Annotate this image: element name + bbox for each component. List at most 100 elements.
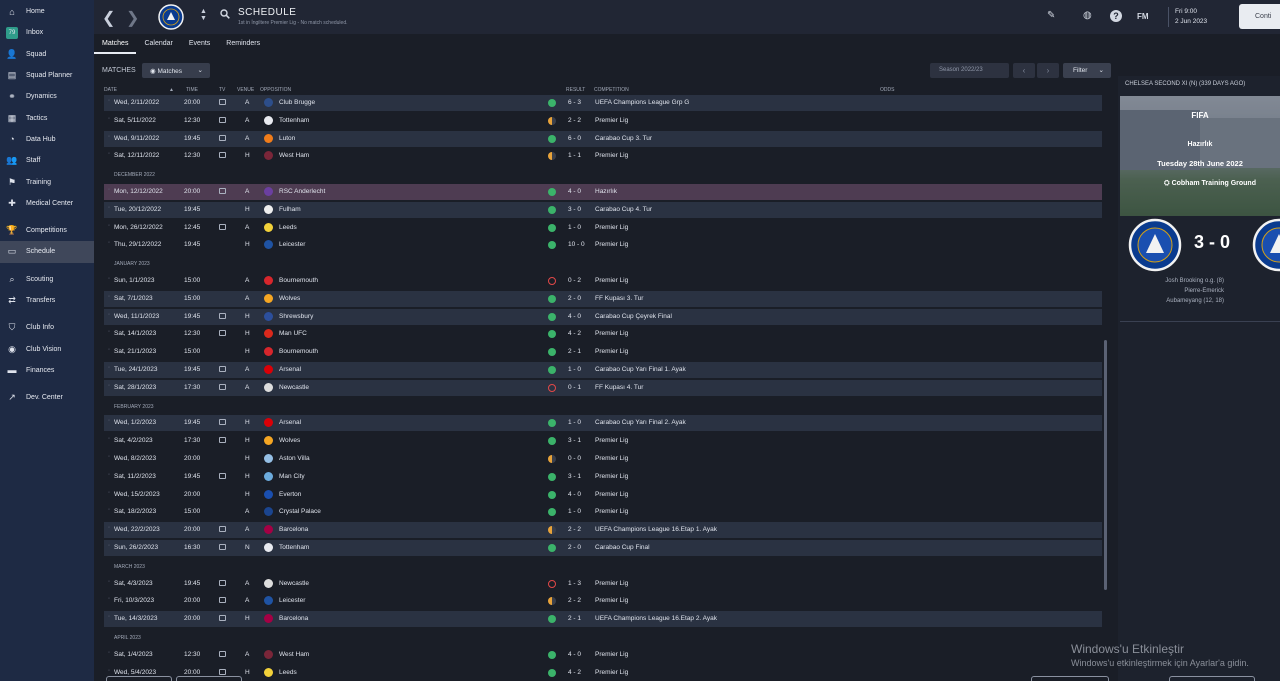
match-competition[interactable]: Premier Lig [595, 508, 628, 515]
opposition-name[interactable]: Newcastle [279, 384, 309, 391]
match-row[interactable]: ◦ Sat, 12/11/2022 12:30 H West Ham 1 - 1 Premi… [104, 148, 1102, 164]
chelsea-crest-icon[interactable] [1252, 218, 1280, 272]
sidebar-item-dynamics[interactable]: ⚭ Dynamics [0, 86, 94, 107]
match-competition[interactable]: Carabao Cup Çeyrek Final [595, 313, 672, 320]
match-row[interactable]: ◦ Tue, 14/3/2023 20:00 H Barcelona 2 - 1 UEFA … [104, 611, 1102, 628]
match-result[interactable]: 2 - 2 [568, 597, 581, 604]
next-season-button[interactable]: › [1037, 63, 1059, 78]
sidebar-item-home[interactable]: ⌂ Home [0, 1, 94, 22]
col-date[interactable]: DATE [104, 87, 117, 93]
match-row[interactable]: ◦ Wed, 1/2/2023 19:45 H Arsenal 1 - 0 Carabao … [104, 415, 1102, 432]
match-competition[interactable]: Carabao Cup Final [595, 544, 650, 551]
match-competition[interactable]: Carabao Cup Yarı Final 2. Ayak [595, 419, 686, 426]
back-button[interactable]: ❮ [102, 8, 115, 28]
view-dropdown[interactable]: ◉ Matches ⌄ [142, 63, 210, 78]
table-scrollbar[interactable] [1104, 340, 1107, 590]
col-venue[interactable]: VENUE [237, 87, 254, 93]
match-row[interactable]: ◦ Mon, 12/12/2022 20:00 A RSC Anderlecht 4 - … [104, 184, 1102, 200]
match-competition[interactable]: Hazırlık [595, 188, 617, 195]
match-row[interactable]: ◦ Sat, 28/1/2023 17:30 A Newcastle 0 - 1 FF Ku… [104, 379, 1102, 396]
sidebar-item-club-vision[interactable]: ◉ Club Vision [0, 338, 94, 359]
sidebar-item-inbox[interactable]: 79 Inbox [0, 22, 94, 43]
pencil-icon[interactable]: ✎ [1047, 10, 1055, 21]
tab-reminders[interactable]: Reminders [218, 36, 268, 54]
club-crest-icon[interactable] [158, 3, 184, 31]
opposition-name[interactable]: West Ham [279, 651, 309, 658]
club-switch-icon[interactable]: ▲ ▼ [200, 8, 207, 22]
sidebar-item-finances[interactable]: ▬ Finances [0, 360, 94, 381]
match-result[interactable]: 0 - 1 [568, 384, 581, 391]
bottom-button[interactable] [1169, 676, 1255, 681]
match-result[interactable]: 0 - 0 [568, 455, 581, 462]
match-competition[interactable]: UEFA Champions League 16.Etap 2. Ayak [595, 615, 717, 622]
match-competition[interactable]: FF Kupası 3. Tur [595, 295, 643, 302]
match-row[interactable]: ◦ Sat, 14/1/2023 12:30 H Man UFC 4 - 2 Premier… [104, 326, 1102, 342]
sort-icon[interactable]: ▲ [169, 87, 174, 93]
match-result[interactable]: 3 - 1 [568, 437, 581, 444]
opposition-name[interactable]: Wolves [279, 295, 300, 302]
opposition-name[interactable]: Leicester [279, 241, 305, 248]
opposition-name[interactable]: Bournemouth [279, 348, 318, 355]
match-competition[interactable]: Premier Lig [595, 473, 628, 480]
match-result[interactable]: 10 - 0 [568, 241, 585, 248]
match-result[interactable]: 2 - 2 [568, 526, 581, 533]
tab-events[interactable]: Events [181, 36, 218, 54]
match-result[interactable]: 1 - 0 [568, 366, 581, 373]
opposition-name[interactable]: Leeds [279, 224, 297, 231]
match-row[interactable]: ◦ Sat, 1/4/2023 12:30 A West Ham 4 - 0 Premier… [104, 647, 1102, 663]
opposition-name[interactable]: Man UFC [279, 330, 307, 337]
match-competition[interactable]: UEFA Champions League Grp G [595, 99, 689, 106]
match-result[interactable]: 6 - 0 [568, 135, 581, 142]
col-time[interactable]: TIME [186, 87, 198, 93]
opposition-name[interactable]: Newcastle [279, 580, 309, 587]
match-result[interactable]: 4 - 0 [568, 313, 581, 320]
col-opposition[interactable]: OPPOSITION [260, 87, 291, 93]
prev-season-button[interactable]: ‹ [1013, 63, 1035, 78]
opposition-name[interactable]: Aston Villa [279, 455, 310, 462]
sidebar-item-staff[interactable]: 👥 Staff [0, 150, 94, 171]
opposition-name[interactable]: Man City [279, 473, 305, 480]
match-result[interactable]: 2 - 0 [568, 544, 581, 551]
match-competition[interactable]: Premier Lig [595, 580, 628, 587]
match-row[interactable]: ◦ Sat, 4/2/2023 17:30 H Wolves 3 - 1 Premier L… [104, 433, 1102, 449]
venue-photo[interactable]: FIFA Hazırlık Tuesday 28th June 2022 ⛭ C… [1120, 96, 1280, 216]
opposition-name[interactable]: Tottenham [279, 544, 309, 551]
match-result[interactable]: 4 - 0 [568, 651, 581, 658]
bottom-button[interactable] [106, 676, 172, 681]
opposition-name[interactable]: Barcelona [279, 526, 308, 533]
help-icon[interactable]: ? [1110, 10, 1122, 22]
match-competition[interactable]: Premier Lig [595, 651, 628, 658]
search-icon[interactable] [220, 9, 230, 19]
sidebar-item-transfers[interactable]: ⇄ Transfers [0, 290, 94, 311]
match-competition[interactable]: Premier Lig [595, 241, 628, 248]
opposition-name[interactable]: Arsenal [279, 366, 301, 373]
opposition-name[interactable]: Wolves [279, 437, 300, 444]
sidebar-item-squad-planner[interactable]: ▤ Squad Planner [0, 65, 94, 86]
match-row[interactable]: ◦ Mon, 26/12/2022 12:45 A Leeds 1 - 0 Premier … [104, 220, 1102, 236]
tab-matches[interactable]: Matches [94, 36, 137, 54]
bottom-button[interactable] [176, 676, 242, 681]
col-result[interactable]: RESULT [566, 87, 585, 93]
continue-button[interactable]: Conti [1239, 4, 1280, 29]
sidebar-item-club-info[interactable]: ⛉ Club Info [0, 317, 94, 338]
opposition-name[interactable]: Luton [279, 135, 295, 142]
match-result[interactable]: 4 - 2 [568, 330, 581, 337]
match-row[interactable]: ◦ Tue, 20/12/2022 19:45 H Fulham 3 - 0 Carabao… [104, 201, 1102, 218]
opposition-name[interactable]: Arsenal [279, 419, 301, 426]
forward-button[interactable]: ❯ [126, 8, 139, 28]
col-competition[interactable]: COMPETITION [594, 87, 629, 93]
match-row[interactable]: ◦ Sat, 4/3/2023 19:45 A Newcastle 1 - 3 Premie… [104, 576, 1102, 592]
opposition-name[interactable]: Leicester [279, 597, 305, 604]
sidebar-item-scouting[interactable]: ⌕ Scouting [0, 269, 94, 290]
tab-calendar[interactable]: Calendar [136, 36, 180, 54]
match-competition[interactable]: Premier Lig [595, 597, 628, 604]
opposition-name[interactable]: Fulham [279, 206, 301, 213]
sidebar-item-squad[interactable]: 👤 Squad [0, 44, 94, 65]
match-result[interactable]: 4 - 2 [568, 669, 581, 676]
match-row[interactable]: ◦ Wed, 11/1/2023 19:45 H Shrewsbury 4 - 0 Cara… [104, 308, 1102, 325]
opposition-name[interactable]: Bournemouth [279, 277, 318, 284]
match-row[interactable]: ◦ Wed, 22/2/2023 20:00 A Barcelona 2 - 2 UEFA … [104, 522, 1102, 539]
match-result[interactable]: 2 - 2 [568, 117, 581, 124]
filter-button[interactable]: Filter ⌄ [1063, 63, 1111, 78]
sidebar-item-data-hub[interactable]: ◔ Data Hub [0, 129, 94, 150]
